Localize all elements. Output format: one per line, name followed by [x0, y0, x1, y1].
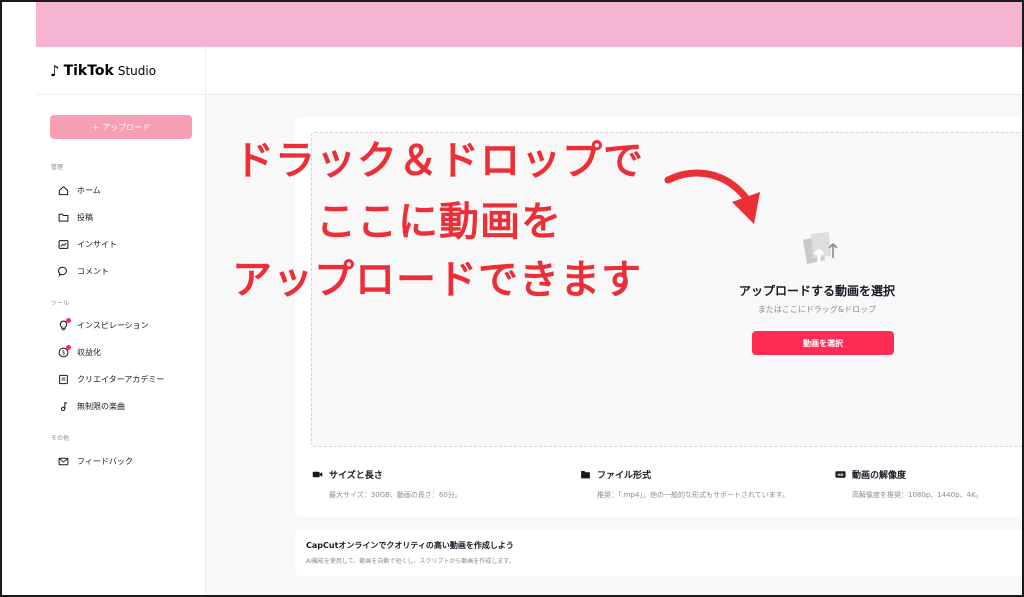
capcut-promo-card[interactable] [295, 530, 1022, 576]
annotation-line-3: アップロードできます [232, 257, 642, 303]
sidebar-item-label: インスピレーション [77, 320, 149, 330]
sidebar-item-comments[interactable]: コメント [58, 264, 109, 278]
upload-subtitle: またはここにドラッグ&ドロップ [757, 305, 877, 314]
logo-brand: TikTok [63, 63, 114, 79]
upload-title: アップロードする動画を選択 [738, 284, 895, 298]
hd-icon: HD [835, 469, 846, 480]
mail-icon [58, 456, 69, 467]
svg-text:$: $ [62, 349, 66, 356]
screenshot-frame: ♪ TikTok Studio ＋ アップロード 管理 ホーム 投稿 インサイト [0, 0, 1024, 597]
sidebar-item-label: 収益化 [77, 347, 101, 357]
music-note-icon [58, 401, 69, 412]
info-title: ファイル形式 [597, 471, 652, 481]
video-camera-icon [312, 469, 323, 480]
sidebar-item-unlimited-music[interactable]: 無制限の楽曲 [58, 399, 125, 413]
annotation-line-1: ドラック＆ドロップで [234, 138, 644, 184]
left-gutter [2, 2, 36, 595]
capcut-title: CapCutオンラインでクオリティの高い動画を作成しよう [306, 541, 514, 550]
section-label-other: その他 [51, 435, 70, 442]
info-desc: 高解像度を推奨：1080p、1440p、4K。 [852, 491, 983, 499]
sidebar-item-inspiration[interactable]: インスピレーション [58, 317, 149, 332]
comment-icon [58, 266, 69, 277]
book-icon [58, 374, 69, 385]
select-video-button[interactable]: 動画を選択 [752, 331, 894, 355]
lightbulb-icon [58, 317, 71, 331]
sidebar-item-label: クリエイターアカデミー [77, 374, 165, 384]
tiktok-studio-logo[interactable]: ♪ TikTok Studio [50, 62, 156, 80]
sidebar-item-label: コメント [77, 266, 109, 276]
svg-text:HD: HD [837, 473, 843, 477]
logo-product: Studio [117, 64, 157, 78]
info-desc: 最大サイズ：30GB、動画の長さ：60分。 [329, 491, 462, 499]
sidebar-item-label: 無制限の楽曲 [77, 401, 125, 411]
sidebar-divider [36, 94, 206, 95]
sidebar-item-monetization[interactable]: $ 収益化 [58, 344, 101, 359]
sidebar-item-label: インサイト [77, 239, 117, 249]
notification-dot [66, 317, 71, 323]
annotation-line-2: ここに動画を [316, 199, 562, 245]
sidebar-item-creator-academy[interactable]: クリエイターアカデミー [58, 372, 164, 386]
main-header [206, 47, 1022, 95]
section-label-tools: ツール [51, 300, 70, 307]
dollar-icon: $ [58, 344, 71, 358]
sidebar-item-label: フィードバック [77, 456, 133, 466]
info-title: サイズと長さ [329, 471, 383, 481]
sidebar: ♪ TikTok Studio ＋ アップロード 管理 ホーム 投稿 インサイト [36, 47, 206, 595]
tiktok-logo-icon: ♪ [50, 62, 60, 80]
sidebar-upload-button[interactable]: ＋ アップロード [50, 115, 192, 139]
info-size-length: サイズと長さ 最大サイズ：30GB、動画の長さ：60分。 [312, 468, 462, 500]
info-desc: 推奨：「.mp4」。他の一般的な形式もサポートされています。 [597, 491, 790, 499]
chart-icon [58, 239, 69, 250]
info-resolution: HD 動画の解像度 高解像度を推奨：1080p、1440p、4K。 [835, 468, 983, 500]
info-title: 動画の解像度 [852, 471, 907, 481]
sidebar-item-feedback[interactable]: フィードバック [58, 454, 133, 468]
folder-icon [58, 212, 69, 223]
sidebar-item-insights[interactable]: インサイト [58, 237, 117, 251]
notification-dot [66, 344, 71, 350]
info-file-format: ファイル形式 推奨：「.mp4」。他の一般的な形式もサポートされています。 [580, 468, 789, 500]
sidebar-item-label: 投稿 [77, 212, 93, 222]
sidebar-item-posts[interactable]: 投稿 [58, 210, 93, 224]
upload-video-icon [803, 232, 838, 264]
annotation-arrow-icon [664, 169, 760, 224]
sidebar-item-home[interactable]: ホーム [58, 183, 101, 197]
top-banner [36, 2, 1022, 47]
capcut-desc: AI機能を使用して、動画を自動で短くし、スクリプトから動画を作成します。 [306, 558, 515, 565]
home-icon [58, 185, 69, 196]
file-icon [580, 469, 591, 480]
sidebar-item-label: ホーム [77, 185, 101, 195]
section-label-manage: 管理 [51, 164, 64, 171]
